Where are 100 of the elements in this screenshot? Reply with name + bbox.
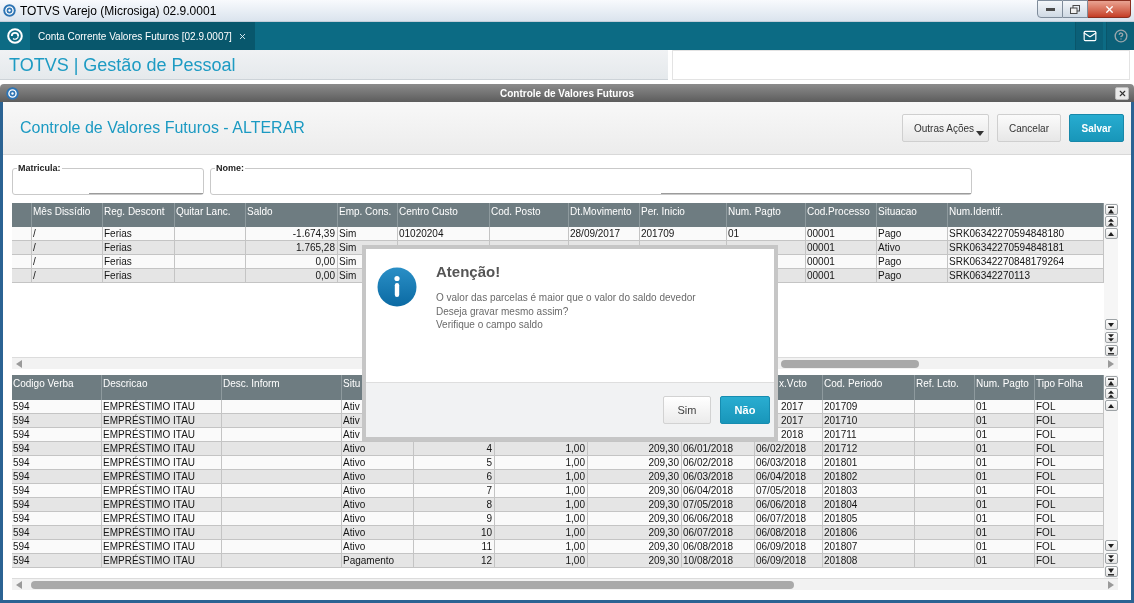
page-up-button[interactable] [1104, 216, 1118, 227]
column-header[interactable]: Tipo Folha [1036, 378, 1083, 390]
table-cell: EMPRÉSTIMO ITAU [103, 540, 196, 553]
page-up-icon [1107, 389, 1115, 398]
column-header[interactable]: Num. Pagto [976, 378, 1029, 390]
no-button[interactable]: Não [720, 396, 770, 424]
table-cell: 01 [976, 414, 988, 427]
table-cell: 201712 [824, 442, 858, 455]
input-field[interactable]: Matricula: [12, 163, 204, 195]
table-cell: EMPRÉSTIMO ITAU [103, 554, 196, 567]
table-cell: 06/08/2018 [756, 526, 807, 539]
column-header[interactable]: Cod.Processo [807, 206, 870, 218]
table-cell: 201710 [824, 414, 858, 427]
table-cell: 1,00 [565, 554, 585, 567]
table-cell: 06/09/2018 [756, 540, 807, 553]
scroll-up-button[interactable] [1104, 400, 1118, 411]
table-cell: FOL [1036, 442, 1056, 455]
tab[interactable]: Conta Corrente Valores Futuros [02.9.0007] [30, 22, 255, 50]
column-header[interactable]: Situacao [878, 206, 917, 218]
table-cell: Pagamento [343, 554, 395, 567]
table-cell: 06/01/2018 [683, 442, 734, 455]
column-header[interactable]: Codigo Verba [13, 378, 74, 390]
mail-icon [1082, 29, 1097, 43]
table-cell: 209,30 [648, 442, 679, 455]
close-button[interactable] [1088, 0, 1131, 18]
table-cell: 1,00 [565, 484, 585, 497]
table-cell: EMPRÉSTIMO ITAU [103, 456, 196, 469]
table-cell: FOL [1036, 526, 1056, 539]
column-header[interactable]: Ref. Lcto. [916, 378, 959, 390]
page-down-button[interactable] [1104, 332, 1118, 343]
table-cell: Ativo [343, 540, 366, 553]
form-title: Controle de Valores Futuros - ALTERAR [20, 118, 305, 138]
page-up-button[interactable] [1104, 388, 1118, 399]
column-header[interactable]: Quitar Lanc. [176, 206, 231, 218]
column-header[interactable]: Emp. Cons. [339, 206, 392, 218]
table-cell: EMPRÉSTIMO ITAU [103, 498, 196, 511]
scroll-to-top-button[interactable] [1104, 376, 1118, 387]
minimize-button[interactable] [1037, 0, 1063, 18]
column-header[interactable]: Reg. Descont [104, 206, 165, 218]
table-cell: 209,30 [648, 526, 679, 539]
maximize-button[interactable] [1063, 0, 1088, 18]
scroll-to-bottom-button[interactable] [1104, 566, 1118, 577]
table-cell: 1,00 [565, 498, 585, 511]
table-cell: 01 [976, 442, 988, 455]
more-actions-button[interactable]: Outras Ações [902, 114, 989, 142]
column-header[interactable]: Dt.Movimento [570, 206, 632, 218]
scroll-down-button[interactable] [1104, 540, 1118, 551]
column-header[interactable]: Per. Inicio [641, 206, 685, 218]
table-cell: 01 [976, 554, 988, 567]
table-cell: FOL [1036, 498, 1056, 511]
column-header[interactable]: Mês Dissídio [33, 206, 91, 218]
yes-button[interactable]: Sim [663, 396, 711, 424]
table-cell: 06/02/2018 [756, 442, 807, 455]
table-cell: 1,00 [565, 470, 585, 483]
scroll-to-top-button[interactable] [1104, 204, 1118, 215]
table-cell: 594 [13, 456, 30, 469]
page-down-button[interactable] [1104, 553, 1118, 564]
table-cell: 594 [13, 470, 30, 483]
table-cell: 209,30 [648, 540, 679, 553]
column-header[interactable]: Num.Identif. [949, 206, 1003, 218]
column-header[interactable]: x.Vcto [779, 378, 807, 390]
column-header[interactable]: Centro Custo [399, 206, 458, 218]
table-cell: 07/05/2018 [683, 498, 734, 511]
page-down-icon [1107, 333, 1115, 342]
column-header[interactable]: Cod. Posto [491, 206, 541, 218]
table-cell: 06/07/2018 [756, 512, 807, 525]
table-cell: SRK06342270594848181 [949, 241, 1065, 254]
column-header[interactable]: Cod. Periodo [824, 378, 883, 390]
table-cell: Sim [339, 227, 357, 240]
mail-button[interactable] [1075, 22, 1103, 50]
close-button[interactable] [1115, 86, 1129, 100]
table-cell: 594 [13, 484, 30, 497]
scroll-down-button[interactable] [1104, 319, 1118, 330]
table-cell: 10 [480, 526, 492, 539]
close-icon[interactable] [237, 31, 247, 41]
table-cell: 209,30 [648, 484, 679, 497]
logo-icon[interactable] [7, 28, 23, 44]
cancel-button[interactable]: Cancelar [997, 114, 1061, 142]
input-field[interactable]: Nome: [210, 163, 972, 195]
horizontal-scrollbar[interactable] [12, 578, 1118, 590]
table-cell: FOL [1036, 414, 1056, 427]
table-cell: 2017 [781, 400, 804, 413]
save-button[interactable]: Salvar [1069, 114, 1124, 142]
scrollbar-thumb[interactable] [31, 580, 794, 589]
scrollbar-thumb[interactable] [781, 359, 919, 368]
table-cell: EMPRÉSTIMO ITAU [103, 442, 196, 455]
scroll-up-button[interactable] [1104, 228, 1118, 239]
scroll-to-bottom-button[interactable] [1104, 345, 1118, 356]
table-cell: 01 [976, 540, 988, 553]
app-icon [5, 86, 19, 100]
table-cell: Ferias [104, 269, 132, 282]
column-header[interactable]: Num. Pagto [728, 206, 781, 218]
table-cell: Pago [878, 227, 902, 240]
window-title: Controle de Valores Futuros [500, 86, 634, 101]
table-cell: 01 [976, 484, 988, 497]
column-header[interactable]: Situ [343, 378, 361, 390]
column-header[interactable]: Saldo [247, 206, 273, 218]
column-header[interactable]: Desc. Inform [223, 378, 280, 390]
table-cell: / [33, 255, 36, 268]
column-header[interactable]: Descricao [103, 378, 148, 390]
